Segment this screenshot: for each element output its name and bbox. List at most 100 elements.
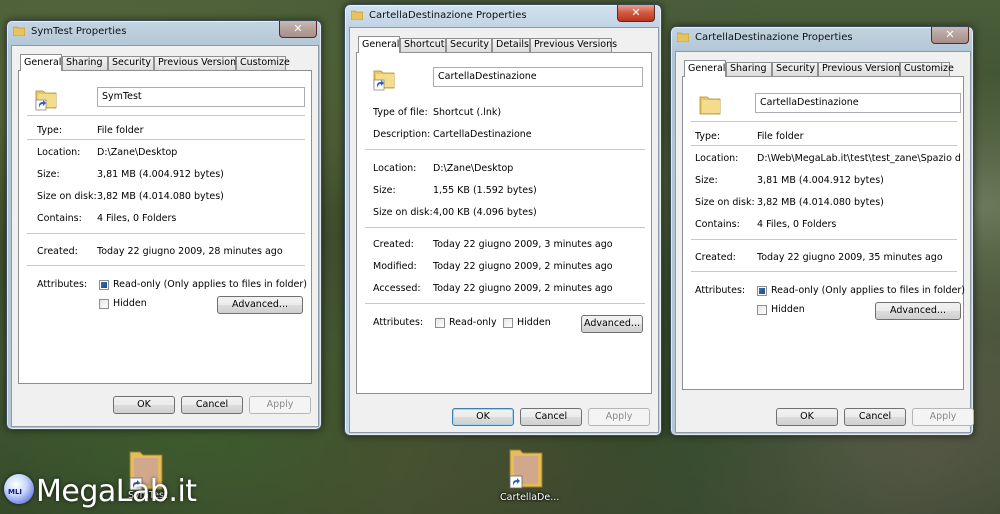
close-icon: ✕ [945, 28, 955, 41]
apply-button[interactable]: Apply [249, 396, 311, 414]
close-button[interactable]: ✕ [279, 21, 317, 38]
general-panel: CartellaDestinazione Type of file: Short… [356, 52, 652, 394]
close-icon: ✕ [631, 6, 641, 19]
apply-button[interactable]: Apply [912, 408, 974, 426]
attributes-label: Attributes: [373, 317, 424, 328]
location-label: Location: [373, 163, 417, 174]
type-value: File folder [97, 125, 144, 136]
tab-general[interactable]: General [358, 36, 400, 53]
separator [27, 115, 305, 116]
type-of-file-label: Type of file: [373, 107, 428, 118]
modified-value: Today 22 giugno 2009, 2 minutes ago [433, 261, 613, 272]
apply-button[interactable]: Apply [588, 408, 650, 426]
dialog-client: General Sharing Security Previous Versio… [11, 45, 319, 427]
folder-shortcut-icon [35, 90, 57, 111]
location-value: D:\Web\MegaLab.it\test\test_zane\Spazio … [757, 153, 961, 164]
folder-icon [13, 26, 25, 36]
readonly-checkbox[interactable] [435, 318, 445, 328]
hidden-label: Hidden [771, 304, 805, 315]
size-on-disk-label: Size on disk: [37, 191, 97, 202]
hidden-checkbox[interactable] [757, 305, 767, 315]
folder-icon [677, 32, 689, 42]
accessed-value: Today 22 giugno 2009, 2 minutes ago [433, 283, 613, 294]
symtest-properties-window: SymTest Properties ✕ General Sharing Sec… [6, 20, 322, 430]
type-of-file-value: Shortcut (.lnk) [433, 107, 502, 118]
location-value: D:\Zane\Desktop [97, 147, 178, 158]
created-label: Created: [37, 246, 78, 257]
size-value: 1,55 KB (1.592 bytes) [433, 185, 537, 196]
title-bar[interactable]: CartellaDestinazione Properties ✕ [671, 27, 973, 51]
readonly-checkbox[interactable] [757, 286, 767, 296]
title-bar[interactable]: SymTest Properties ✕ [7, 21, 321, 45]
cancel-button[interactable]: Cancel [181, 396, 243, 414]
name-field[interactable]: SymTest [97, 87, 305, 107]
description-value: CartellaDestinazione [433, 129, 532, 140]
tab-strip: General Shortcut Security Details Previo… [358, 36, 652, 53]
separator [27, 139, 305, 140]
size-label: Size: [37, 169, 60, 180]
tab-security[interactable]: Security [772, 62, 818, 76]
size-label: Size: [695, 175, 718, 186]
hidden-checkbox[interactable] [503, 318, 513, 328]
close-button[interactable]: ✕ [617, 5, 655, 22]
desktop-icon-label: CartellaDe... [500, 492, 560, 503]
title-bar[interactable]: CartellaDestinazione Properties ✕ [345, 5, 661, 29]
created-value: Today 22 giugno 2009, 35 minutes ago [757, 252, 943, 263]
advanced-button[interactable]: Advanced... [875, 302, 961, 320]
hidden-label: Hidden [517, 317, 551, 328]
tab-customize[interactable]: Customize [236, 56, 290, 70]
tab-strip: General Sharing Security Previous Versio… [20, 54, 310, 71]
close-button[interactable]: ✕ [931, 27, 969, 44]
folder-shortcut-icon [373, 70, 395, 91]
cancel-button[interactable]: Cancel [844, 408, 906, 426]
type-value: File folder [757, 131, 804, 142]
readonly-label: Read-only (Only applies to files in fold… [113, 279, 308, 290]
name-field[interactable]: CartellaDestinazione [755, 93, 961, 113]
advanced-button[interactable]: Advanced... [581, 315, 643, 333]
separator [27, 265, 305, 266]
location-value: D:\Zane\Desktop [433, 163, 514, 174]
name-field[interactable]: CartellaDestinazione [433, 67, 643, 87]
size-value: 3,81 MB (4.004.912 bytes) [757, 175, 884, 186]
tab-shortcut[interactable]: Shortcut [400, 38, 446, 52]
contains-value: 4 Files, 0 Folders [97, 213, 177, 224]
tab-previous-versions[interactable]: Previous Versions [154, 56, 241, 70]
created-label: Created: [695, 252, 736, 263]
megalab-watermark: MegaLab.it [36, 474, 197, 509]
tab-sharing[interactable]: Sharing [62, 56, 108, 70]
general-panel: CartellaDestinazione Type: File folder L… [682, 76, 966, 390]
cancel-button[interactable]: Cancel [520, 408, 582, 426]
separator [27, 233, 305, 234]
tab-sharing[interactable]: Sharing [726, 62, 772, 76]
close-icon: ✕ [293, 22, 303, 35]
readonly-label: Read-only (Only applies to files in fold… [771, 285, 966, 296]
readonly-checkbox[interactable] [99, 280, 109, 290]
attributes-label: Attributes: [695, 285, 746, 296]
ok-button[interactable]: OK [776, 408, 838, 426]
tab-previous-versions[interactable]: Previous Versions [530, 38, 617, 52]
size-value: 3,81 MB (4.004.912 bytes) [97, 169, 224, 180]
hidden-checkbox[interactable] [99, 299, 109, 309]
ok-button[interactable]: OK [452, 408, 514, 426]
size-on-disk-value: 3,82 MB (4.014.080 bytes) [97, 191, 224, 202]
hidden-label: Hidden [113, 298, 147, 309]
window-title: CartellaDestinazione Properties [695, 32, 853, 43]
tab-security[interactable]: Security [446, 38, 492, 52]
ok-button[interactable]: OK [113, 396, 175, 414]
advanced-button[interactable]: Advanced... [217, 296, 303, 314]
folder-properties-window: CartellaDestinazione Properties ✕ Genera… [670, 26, 974, 436]
tab-general[interactable]: General [684, 60, 726, 77]
tab-general[interactable]: General [20, 54, 62, 71]
readonly-label: Read-only [449, 317, 497, 328]
tab-customize[interactable]: Customize [900, 62, 954, 76]
tab-previous-versions[interactable]: Previous Versions [818, 62, 905, 76]
tab-security[interactable]: Security [108, 56, 154, 70]
window-title: CartellaDestinazione Properties [369, 10, 527, 21]
dialog-client: General Sharing Security Previous Versio… [675, 51, 974, 433]
tab-details[interactable]: Details [492, 38, 530, 52]
size-on-disk-label: Size on disk: [695, 197, 755, 208]
location-label: Location: [695, 153, 739, 164]
size-on-disk-value: 3,82 MB (4.014.080 bytes) [757, 197, 884, 208]
contains-label: Contains: [695, 219, 740, 230]
attributes-label: Attributes: [37, 279, 88, 290]
